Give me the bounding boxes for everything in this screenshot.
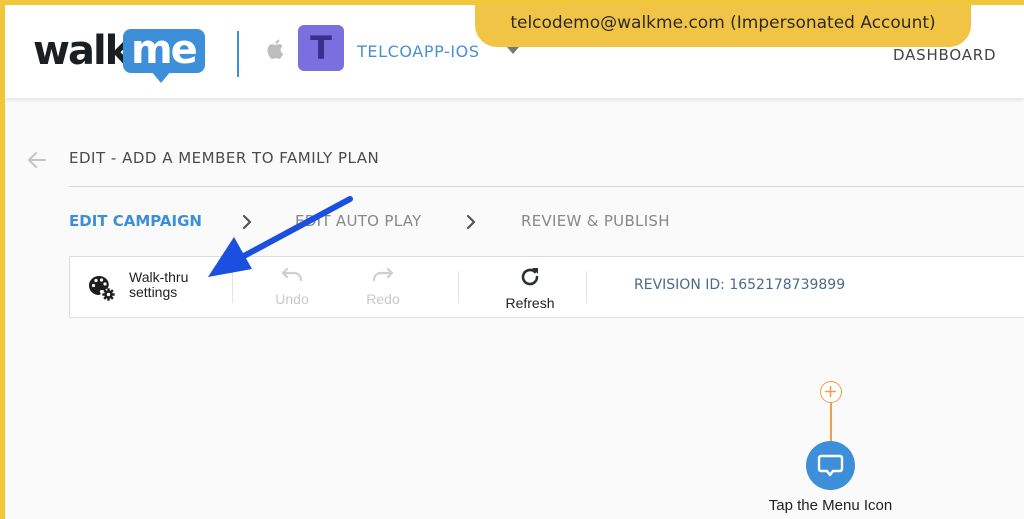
top-header: walk me T TELCOAPP-IOS DASHBOARD telcode… (5, 5, 1024, 98)
logo-me-text: me (131, 27, 198, 73)
chevron-right-icon (466, 214, 476, 230)
app-name-selector[interactable]: TELCOAPP-IOS (357, 42, 480, 61)
toolbar-separator (458, 271, 459, 303)
redo-icon (372, 267, 394, 282)
logo-bubble-tail (151, 71, 171, 83)
annotation-arrow (208, 196, 353, 277)
add-step-button[interactable] (820, 381, 842, 403)
toolbar-separator (586, 271, 587, 303)
step-review-publish[interactable]: REVIEW & PUBLISH (521, 212, 670, 230)
refresh-icon (521, 268, 539, 286)
undo-label: Undo (275, 291, 309, 307)
dashboard-link[interactable]: DASHBOARD (893, 46, 996, 64)
arrow-left-icon[interactable] (25, 148, 49, 172)
title-divider (69, 186, 1024, 187)
redo-button[interactable]: Redo (353, 265, 413, 311)
logo-bubble: me (123, 29, 205, 73)
flow-step-label[interactable]: Tap the Menu Icon (742, 497, 919, 514)
plus-icon (824, 385, 837, 398)
flow-connector (830, 403, 832, 441)
refresh-label: Refresh (505, 295, 555, 311)
refresh-button[interactable]: Refresh (500, 265, 560, 311)
step-edit-campaign[interactable]: EDIT CAMPAIGN (69, 212, 202, 230)
apple-icon (267, 39, 284, 59)
header-divider (237, 31, 239, 77)
palette-gear-icon[interactable] (88, 274, 116, 302)
caret-down-icon[interactable] (507, 47, 519, 54)
flow-step-node[interactable] (806, 441, 855, 490)
logo-walk-text: walk (33, 28, 131, 74)
app-avatar[interactable]: T (298, 25, 344, 71)
impersonation-banner: telcodemo@walkme.com (Impersonated Accou… (475, 5, 971, 47)
app-frame: walk me T TELCOAPP-IOS DASHBOARD telcode… (5, 5, 1024, 519)
revision-id: REVISION ID: 1652178739899 (634, 277, 846, 293)
chat-bubble-icon (817, 454, 844, 477)
redo-label: Redo (366, 291, 400, 307)
page-title: EDIT - ADD A MEMBER TO FAMILY PLAN (69, 149, 380, 167)
